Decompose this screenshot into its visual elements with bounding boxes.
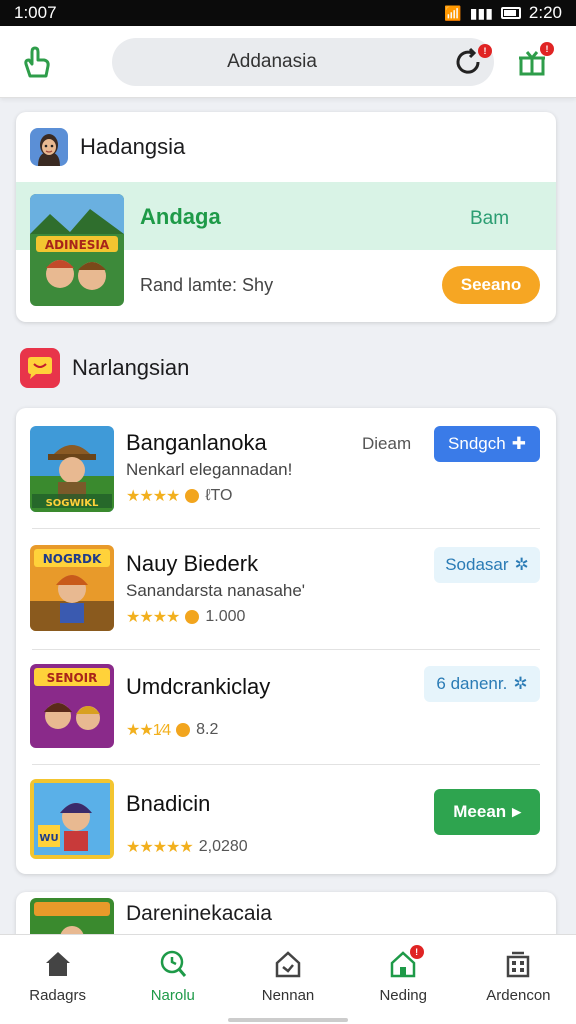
featured-game-thumbnail[interactable]: ADINESIA xyxy=(30,194,124,306)
arrow-icon: ▸ xyxy=(512,802,521,821)
game-name[interactable]: Bnadicin xyxy=(126,791,210,817)
game-thumbnail[interactable]: NOGRDK xyxy=(30,545,114,631)
game-action-button[interactable]: Meean ▸ xyxy=(434,789,540,835)
button-label: Sodasar xyxy=(445,555,509,574)
game-name[interactable]: Nauy Biederk xyxy=(126,551,258,577)
list-item[interactable]: SENOIR Umdcrankiclay ★★1⁄4 8.2 6 danenr.… xyxy=(16,650,556,764)
game-rating: ★★★★ ℓTO xyxy=(126,486,232,506)
nav-label: Narolu xyxy=(150,987,195,1004)
section-heading: Narlangsian xyxy=(72,355,190,380)
game-name[interactable]: Umdcrankiclay xyxy=(126,674,270,700)
button-label: Meean xyxy=(453,802,507,821)
top-app-bar: Addanasia ! ! xyxy=(0,26,576,98)
game-tag: Dieam xyxy=(362,434,412,453)
game-thumb-title: WU xyxy=(39,833,58,844)
home-icon xyxy=(45,952,70,976)
game-thumbnail[interactable]: SENOIR xyxy=(30,664,114,748)
rating-value: 1.000 xyxy=(205,608,246,625)
nav-item-radagrs[interactable]: Radagrs xyxy=(0,935,115,1024)
search-text: Addanasia xyxy=(227,51,317,72)
game-list: SOGWIKL Banganlanoka Nenkarl elegannadan… xyxy=(16,408,556,874)
featured-subtitle: Rand lamte: Shy xyxy=(140,275,274,295)
gift-badge: ! xyxy=(540,42,554,56)
rating-value: 8.2 xyxy=(196,721,219,738)
chat-icon xyxy=(20,348,60,388)
home-indicator[interactable] xyxy=(228,1018,348,1022)
button-label: Sndgch xyxy=(448,434,506,453)
rating-value: ℓTO xyxy=(205,487,233,504)
rating-stars: ★★★★ xyxy=(126,609,180,626)
rating-stars: ★★1⁄4 xyxy=(126,722,171,739)
game-rating: ★★★★ 1.000 xyxy=(126,607,245,627)
featured-link[interactable]: Bam xyxy=(470,208,509,230)
featured-title[interactable]: Andaga xyxy=(140,204,221,230)
nav-label: Ardencon xyxy=(486,987,551,1004)
house-outline-icon xyxy=(275,951,301,978)
status-bar: 1:007 📶 ▮▮▮ 2:20 xyxy=(0,0,576,26)
game-thumb-title: NOGRDK xyxy=(43,552,102,566)
game-rating: ★★★★★ 2,0280 xyxy=(126,837,248,857)
refresh-badge: ! xyxy=(478,44,492,58)
game-rating: ★★1⁄4 8.2 xyxy=(126,720,218,740)
notification-badge: ! xyxy=(409,945,424,959)
nav-label: Neding xyxy=(379,987,427,1004)
game-action-button[interactable]: 6 danenr. ✲ xyxy=(424,666,540,702)
signal-icon: ▮▮▮ xyxy=(469,4,493,21)
game-thumb-title: SOGWIKL xyxy=(46,498,99,509)
list-item[interactable]: NOGRDK Nauy Biederk Sanandarsta nanasahe… xyxy=(16,529,556,649)
status-time-right: 2:20 xyxy=(528,3,562,22)
rating-dot-icon xyxy=(185,610,200,624)
rating-dot-icon xyxy=(176,723,191,737)
featured-card[interactable]: Hadangsia ADINESIA Andaga Bam Rand lamte… xyxy=(16,112,556,322)
search-bar[interactable]: Addanasia xyxy=(112,38,432,86)
rating-dot-icon xyxy=(185,489,200,503)
search-clock-icon xyxy=(160,950,186,977)
list-item[interactable]: WU Bnadicin ★★★★★ 2,0280 Meean ▸ xyxy=(16,765,556,874)
game-action-button[interactable]: Sodasar ✲ xyxy=(434,547,540,583)
game-description: Sanandarsta nanasahe' xyxy=(126,581,306,600)
nav-item-nennan[interactable]: Nennan xyxy=(230,935,345,1024)
rating-value: 2,0280 xyxy=(198,838,248,855)
game-thumbnail[interactable]: WU xyxy=(30,779,114,859)
plus-icon: ✚ xyxy=(511,434,526,453)
nav-item-ardencon[interactable]: Ardencon xyxy=(461,935,576,1024)
featured-heading: Hadangsia xyxy=(80,134,186,159)
game-description: Nenkarl elegannadan! xyxy=(126,460,293,479)
game-thumb-title: SENOIR xyxy=(47,671,98,685)
nav-label: Radagrs xyxy=(29,987,86,1004)
featured-action-button[interactable]: Seeano xyxy=(442,266,540,304)
section-header: Narlangsian xyxy=(20,348,189,388)
wifi-icon: 📶 xyxy=(444,4,462,21)
bottom-navigation: Radagrs Narolu Nennan ! Neding Ardencon xyxy=(0,934,576,1024)
nav-item-narolu[interactable]: Narolu xyxy=(115,935,230,1024)
game-action-button[interactable]: Sndgch ✚ xyxy=(434,426,540,462)
game-name[interactable]: Dareninekacaia xyxy=(126,902,272,926)
rating-stars: ★★★★★ xyxy=(126,839,194,856)
game-name[interactable]: Banganlanoka xyxy=(126,430,267,456)
list-item[interactable]: SOGWIKL Banganlanoka Nenkarl elegannadan… xyxy=(16,408,556,528)
rating-stars: ★★★★ xyxy=(126,488,180,505)
nav-label: Nennan xyxy=(261,987,315,1004)
avatar xyxy=(30,128,68,166)
battery-icon xyxy=(500,7,521,19)
building-icon xyxy=(507,951,530,978)
button-label: 6 danenr. xyxy=(436,674,508,693)
hand-icon[interactable] xyxy=(22,46,52,78)
game-thumbnail[interactable]: SOGWIKL xyxy=(30,426,114,512)
featured-thumb-title: ADINESIA xyxy=(45,238,110,252)
status-time-left: 1:007 xyxy=(14,3,57,22)
settings-icon: ✲ xyxy=(513,674,528,693)
featured-header: Hadangsia xyxy=(30,128,185,166)
nav-item-neding[interactable]: ! Neding xyxy=(346,935,461,1024)
settings-icon: ✲ xyxy=(514,555,529,574)
